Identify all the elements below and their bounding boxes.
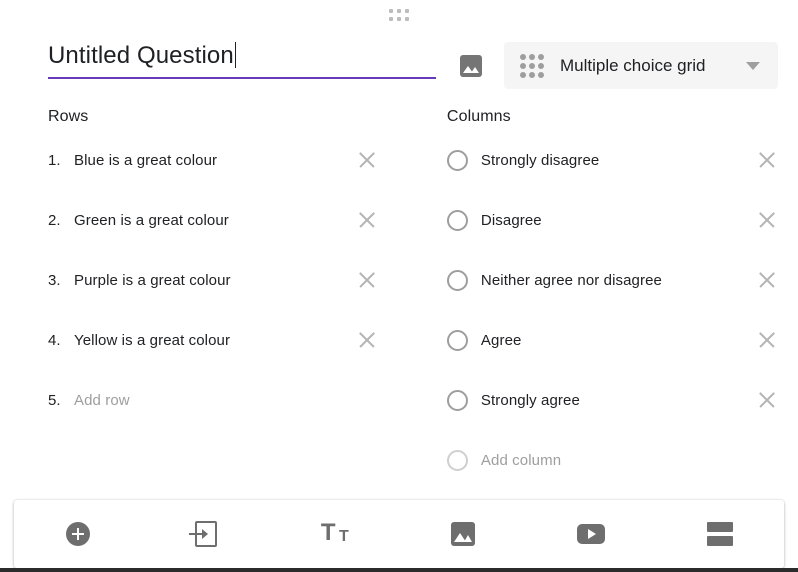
image-icon (460, 54, 482, 77)
add-row-item[interactable]: 5. Add row (48, 388, 447, 412)
radio-unselected-icon (446, 389, 468, 411)
section-split-icon (706, 522, 733, 546)
row-label[interactable]: Purple is a great colour (74, 272, 447, 289)
chevron-down-icon (746, 61, 760, 70)
close-icon[interactable] (355, 268, 379, 292)
title-text-icon: T T (320, 519, 349, 546)
column-label[interactable]: Strongly agree (481, 392, 786, 409)
question-drag-handle[interactable] (0, 8, 798, 22)
question-title-wrap: Untitled Question (48, 38, 436, 79)
add-video-button[interactable] (527, 500, 655, 568)
question-type-select[interactable]: Multiple choice grid (504, 42, 778, 89)
row-number: 4. (48, 331, 61, 349)
column-item[interactable]: Agree (446, 328, 786, 352)
row-label[interactable]: Blue is a great colour (74, 152, 447, 169)
column-label[interactable]: Strongly disagree (481, 152, 786, 169)
video-play-icon (577, 524, 606, 544)
columns-heading: Columns (446, 108, 511, 125)
add-question-image-button[interactable] (454, 49, 488, 83)
close-icon[interactable] (355, 148, 379, 172)
title-icon-small-letter: T (339, 528, 349, 545)
question-type-label: Multiple choice grid (560, 55, 706, 75)
row-item[interactable]: 1. Blue is a great colour (48, 148, 447, 172)
import-questions-button[interactable] (142, 500, 270, 568)
question-header-controls: Multiple choice grid (454, 38, 778, 89)
row-label[interactable]: Green is a great colour (74, 212, 447, 229)
question-header: Untitled Question Multiple choice grid (48, 38, 778, 89)
column-item[interactable]: Strongly agree (446, 388, 786, 412)
column-label[interactable]: Disagree (481, 212, 786, 229)
add-column-item[interactable]: Add column (446, 448, 786, 472)
add-title-description-button[interactable]: T T (271, 500, 399, 568)
row-number: 5. (48, 391, 61, 409)
close-icon[interactable] (355, 208, 379, 232)
add-row-placeholder[interactable]: Add row (74, 392, 447, 409)
radio-unselected-icon (446, 269, 468, 291)
radio-unselected-icon (446, 149, 468, 171)
forms-question-editor: Untitled Question Multiple choice grid R… (0, 0, 798, 572)
title-icon-big-letter: T (320, 519, 336, 546)
close-icon[interactable] (755, 328, 779, 352)
column-item[interactable]: Neither agree nor disagree (446, 268, 786, 292)
close-icon[interactable] (755, 208, 779, 232)
rows-heading: Rows (48, 108, 89, 125)
row-item[interactable]: 2. Green is a great colour (48, 208, 447, 232)
column-item[interactable]: Strongly disagree (446, 148, 786, 172)
row-item[interactable]: 3. Purple is a great colour (48, 268, 447, 292)
question-title-input[interactable]: Untitled Question (48, 40, 436, 79)
rows-pane: Rows 1. Blue is a great colour 2. Green … (48, 108, 447, 472)
grid-9-dots-icon (520, 53, 544, 78)
columns-pane: Columns Strongly disagree Disagree Neith… (446, 108, 786, 472)
add-section-button[interactable] (656, 500, 784, 568)
row-item[interactable]: 4. Yellow is a great colour (48, 328, 447, 352)
close-icon[interactable] (355, 328, 379, 352)
close-icon[interactable] (755, 268, 779, 292)
form-edit-toolbar: T T (14, 500, 784, 568)
add-question-button[interactable] (14, 500, 142, 568)
image-icon (451, 522, 476, 546)
row-number: 1. (48, 151, 61, 169)
column-label[interactable]: Neither agree nor disagree (481, 272, 786, 289)
radio-unselected-icon (446, 449, 468, 471)
add-circle-icon (66, 522, 91, 546)
close-icon[interactable] (755, 148, 779, 172)
radio-unselected-icon (446, 209, 468, 231)
question-title-text: Untitled Question (48, 42, 234, 69)
row-number: 2. (48, 211, 61, 229)
column-item[interactable]: Disagree (446, 208, 786, 232)
import-document-icon (189, 521, 218, 547)
window-bottom-edge (0, 568, 798, 572)
text-cursor (234, 42, 236, 68)
grid-options-panes: Rows 1. Blue is a great colour 2. Green … (48, 108, 786, 472)
column-label[interactable]: Agree (481, 332, 786, 349)
drag-handle-dots-icon (389, 9, 409, 21)
add-column-placeholder[interactable]: Add column (481, 452, 786, 469)
add-image-button[interactable] (399, 500, 527, 568)
row-number: 3. (48, 271, 61, 289)
close-icon[interactable] (755, 388, 779, 412)
radio-unselected-icon (446, 329, 468, 351)
row-label[interactable]: Yellow is a great colour (74, 332, 447, 349)
